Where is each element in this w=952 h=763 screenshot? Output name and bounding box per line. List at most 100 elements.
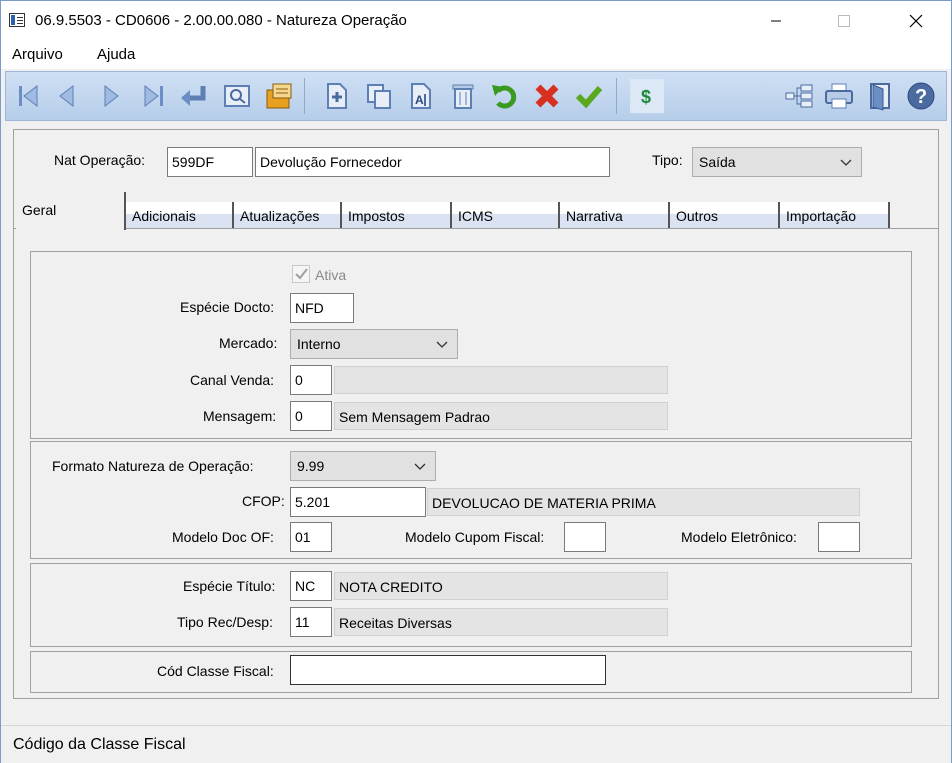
canal-venda-label: Canal Venda: [190,372,275,388]
first-record-button[interactable] [12,79,46,113]
list-button[interactable] [262,79,296,113]
toolbar: A $ ? [5,71,947,121]
tipo-rec-desp-input[interactable]: 11 [290,607,332,637]
mensagem-desc: Sem Mensagem Padrao [334,402,668,430]
main-panel: Nat Operação: 599DF Devolução Fornecedor… [13,129,939,699]
tipo-select[interactable]: Saída [692,147,862,177]
tab-importacao[interactable]: Importação [780,202,890,228]
minimize-button[interactable] [753,1,799,41]
formato-natureza-select-value: 9.99 [297,458,325,474]
mercado-select[interactable]: Interno [290,329,458,359]
tab-narrativa[interactable]: Narrativa [560,202,670,228]
edit-icon: A [411,83,431,109]
canal-venda-input[interactable]: 0 [290,365,332,395]
cancel-button[interactable] [530,79,564,113]
tipo-select-value: Saída [699,154,736,170]
menu-arquivo[interactable]: Arquivo [12,46,63,63]
nat-operacao-label: Nat Operação: [54,152,146,168]
confirm-button[interactable] [572,79,606,113]
last-record-button[interactable] [136,79,170,113]
delete-button[interactable] [446,79,480,113]
formato-natureza-select[interactable]: 9.99 [290,451,436,481]
cfop-desc: DEVOLUCAO DE MATERIA PRIMA [427,488,860,516]
help-button[interactable]: ? [904,79,938,113]
last-record-icon [144,84,163,108]
app-icon [9,13,25,27]
title-bar: 06.9.5503 - CD0606 - 2.00.00.080 - Natur… [1,1,951,41]
tab-label: Impostos [348,208,405,224]
goto-button[interactable] [176,79,210,113]
modelo-doc-of-label: Modelo Doc OF: [172,529,274,545]
close-button[interactable] [893,1,939,41]
main-window: 06.9.5503 - CD0606 - 2.00.00.080 - Natur… [0,0,952,763]
svg-text:A: A [415,93,424,107]
undo-button[interactable] [488,79,522,113]
chevron-down-icon [414,463,426,470]
tab-atualizacoes[interactable]: Atualizações [234,202,342,228]
tab-label: Adicionais [132,208,196,224]
previous-record-icon [59,84,74,108]
maximize-button[interactable] [821,1,867,41]
especie-titulo-input[interactable]: NC [290,571,332,601]
print-icon [825,83,853,109]
svg-text:$: $ [641,87,651,107]
edit-button[interactable]: A [404,79,438,113]
tab-icms[interactable]: ICMS [452,202,560,228]
new-button[interactable] [320,79,354,113]
window-title: 06.9.5503 - CD0606 - 2.00.00.080 - Natur… [35,12,407,29]
toolbar-separator [616,78,617,114]
next-record-icon [104,84,119,108]
especie-docto-input[interactable]: NFD [290,293,354,323]
status-bar: Código da Classe Fiscal [1,725,951,763]
tab-impostos[interactable]: Impostos [342,202,452,228]
cancel-icon [535,84,559,108]
minimize-icon [771,20,781,22]
copy-icon [367,84,391,109]
tree-button[interactable] [782,79,816,113]
new-icon [327,83,347,109]
canal-venda-desc [334,366,668,394]
next-record-button[interactable] [94,79,128,113]
chevron-down-icon [436,341,448,348]
ativa-checkbox[interactable] [292,265,310,283]
exit-button[interactable] [864,79,898,113]
dollar-button[interactable]: $ [630,79,664,113]
cod-classe-fiscal-input[interactable] [290,655,606,685]
mensagem-input[interactable]: 0 [290,401,332,431]
tab-label: Narrativa [566,208,623,224]
modelo-cupom-fiscal-input[interactable] [564,522,606,552]
nat-operacao-code-input[interactable]: 599DF [167,147,253,177]
search-button[interactable] [220,79,254,113]
chevron-down-icon [840,159,852,166]
checkmark-icon [295,268,308,280]
close-icon [909,14,923,28]
delete-icon [452,84,474,109]
modelo-cupom-fiscal-label: Modelo Cupom Fiscal: [405,529,545,545]
tipo-rec-desp-desc: Receitas Diversas [334,608,668,636]
modelo-eletronico-input[interactable] [818,522,860,552]
formato-natureza-label: Formato Natureza de Operação: [52,458,254,474]
especie-titulo-desc: NOTA CREDITO [334,572,668,600]
print-button[interactable] [822,79,856,113]
cod-classe-fiscal-label: Cód Classe Fiscal: [157,663,274,679]
tab-geral[interactable]: Geral [16,192,126,230]
exit-icon [870,83,890,111]
copy-button[interactable] [362,79,396,113]
first-record-icon [19,84,38,108]
tab-outros[interactable]: Outros [670,202,780,228]
mercado-label: Mercado: [219,335,278,351]
status-text: Código da Classe Fiscal [13,736,186,753]
menu-ajuda[interactable]: Ajuda [97,46,135,63]
tab-label: Outros [676,208,719,224]
tipo-label: Tipo: [652,152,683,168]
cfop-input[interactable]: 5.201 [290,487,426,517]
tab-label: Geral [22,202,57,218]
ativa-label: Ativa [315,267,347,283]
goto-icon [181,86,206,106]
modelo-doc-of-input[interactable]: 01 [290,522,332,552]
previous-record-button[interactable] [50,79,84,113]
mercado-select-value: Interno [297,336,341,352]
tab-adicionais[interactable]: Adicionais [126,202,234,228]
nat-operacao-desc-input[interactable]: Devolução Fornecedor [255,147,610,177]
tree-icon [785,84,813,108]
